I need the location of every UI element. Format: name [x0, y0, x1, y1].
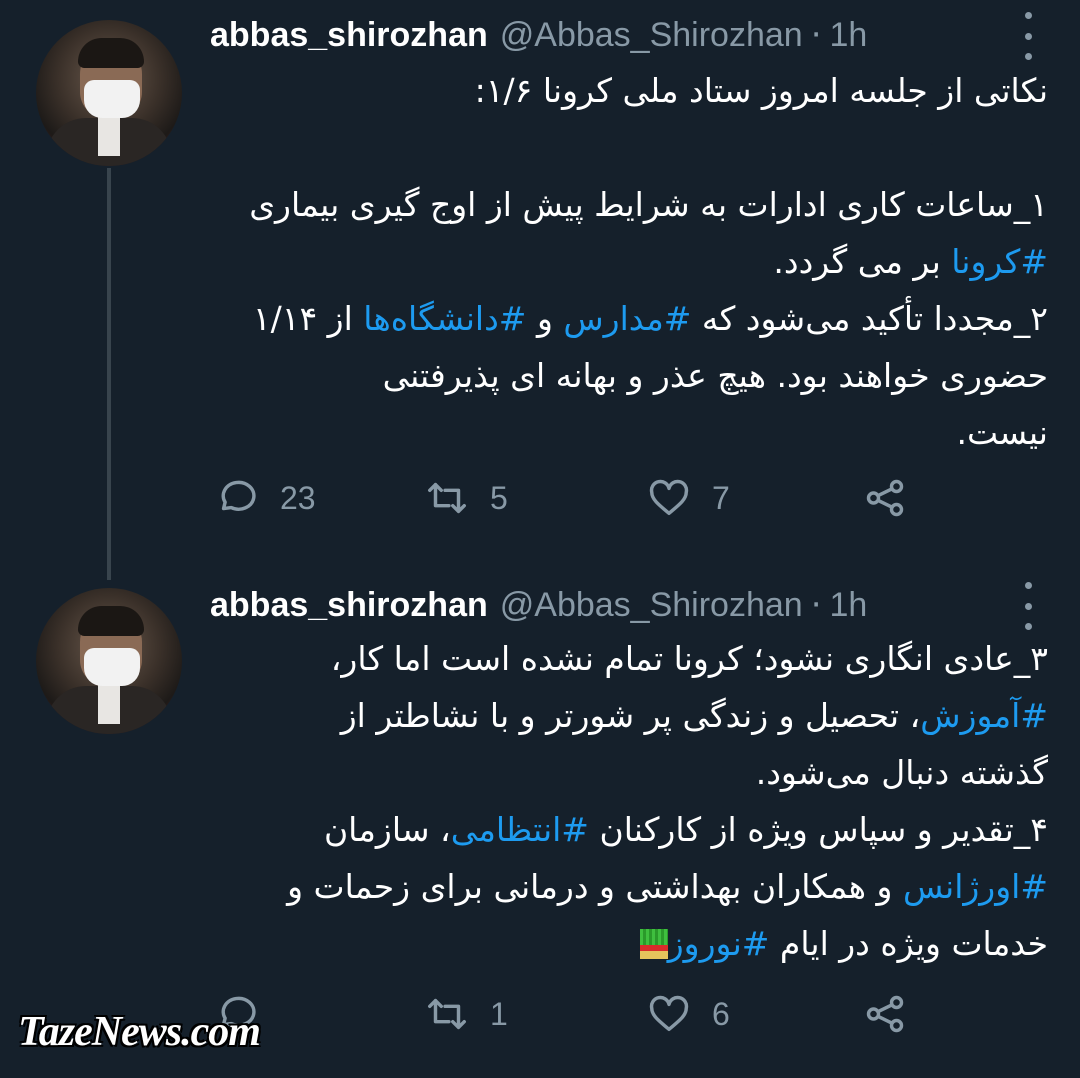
hashtag-link[interactable]: #آموزش [920, 696, 1048, 735]
avatar[interactable] [36, 20, 182, 166]
tweet-line: ۳_عادی انگاری نشود؛ کرونا تمام نشده است … [210, 630, 1048, 687]
tweet-2[interactable]: abbas_shirozhan @Abbas_Shirozhan · 1h ۳_… [0, 570, 1080, 1078]
retweet-icon [428, 482, 466, 514]
tweet-text-segment: ۱_ساعات کاری ادارات به شرایط پیش از اوج … [249, 185, 1048, 224]
tweet-text: ۳_عادی انگاری نشود؛ کرونا تمام نشده است … [210, 630, 1048, 972]
tweet-line [210, 119, 1048, 176]
like-button[interactable]: 6 [646, 984, 730, 1044]
like-icon [649, 479, 689, 516]
retweet-count: 5 [490, 479, 508, 516]
tweet-line: #کرونا بر می گردد. [210, 233, 1048, 290]
author-handle[interactable]: @Abbas_Shirozhan [500, 586, 803, 625]
share-icon [866, 995, 904, 1033]
watermark: TazeNews.com [18, 1009, 261, 1055]
more-vertical-icon[interactable] [1016, 12, 1040, 60]
author-name[interactable]: abbas_shirozhan [210, 16, 488, 55]
tweet-line: خدمات ویژه در ایام #نوروز [210, 915, 1048, 972]
like-icon [649, 995, 689, 1032]
tweet-text-segment: و همکاران بهداشتی و درمانی برای زحمات و [287, 867, 903, 906]
hashtag-link[interactable]: #کرونا [951, 242, 1048, 281]
separator-dot: · [810, 585, 822, 625]
tweet-text: نکاتی از جلسه امروز ستاد ملی کرونا ۱/۶: … [210, 62, 1048, 461]
hashtag-link[interactable]: #اورژانس [903, 867, 1048, 906]
tweet-line: ۲_مجددا تأکید می‌شود که #مدارس و #دانشگا… [210, 290, 1048, 347]
tweet-line: ۱_ساعات کاری ادارات به شرایط پیش از اوج … [210, 176, 1048, 233]
like-count: 7 [712, 479, 730, 516]
like-button[interactable]: 7 [646, 468, 730, 528]
reply-button[interactable]: 23 [214, 468, 316, 528]
tweet-actions: 1 6 [210, 984, 1030, 1044]
share-button[interactable] [862, 468, 908, 528]
tweet-text-segment: ۲_مجددا تأکید می‌شود که [691, 299, 1048, 338]
retweet-button[interactable]: 5 [424, 468, 508, 528]
tweet-actions: 23 5 7 [210, 468, 1030, 528]
author-handle[interactable]: @Abbas_Shirozhan [500, 16, 803, 55]
tweet-text-segment: گذشته دنبال می‌شود. [755, 753, 1048, 792]
timestamp[interactable]: 1h [830, 586, 868, 625]
hashtag-link[interactable]: #مدارس [563, 299, 691, 338]
tweet-line: نیست. [210, 404, 1048, 461]
tweet-text-segment: حضوری خواهند بود. هیچ عذر و بهانه ای پذی… [382, 356, 1048, 395]
tweet-line: نکاتی از جلسه امروز ستاد ملی کرونا ۱/۶: [210, 62, 1048, 119]
more-vertical-icon[interactable] [1016, 582, 1040, 630]
tweet-text-segment: ۴_تقدیر و سپاس ویژه از کارکنان [588, 810, 1048, 849]
reply-icon [221, 480, 256, 511]
tweet-line: #اورژانس و همکاران بهداشتی و درمانی برای… [210, 858, 1048, 915]
tweet-text-segment: و [526, 299, 564, 338]
tweet-text-segment: بر می گردد. [773, 242, 952, 281]
retweet-count: 1 [490, 995, 508, 1032]
timestamp[interactable]: 1h [830, 16, 868, 55]
tweet-1[interactable]: abbas_shirozhan @Abbas_Shirozhan · 1h نک… [0, 0, 1080, 570]
tweet-header: abbas_shirozhan @Abbas_Shirozhan · 1h [210, 0, 867, 70]
tweet-text-segment: ، تحصیل و زندگی پر شورتر و با نشاطتر از [340, 696, 921, 735]
reply-count: 23 [280, 479, 316, 516]
tweet-text-segment: ، سازمان [323, 810, 451, 849]
tweet-line: حضوری خواهند بود. هیچ عذر و بهانه ای پذی… [210, 347, 1048, 404]
hashtag-link[interactable]: #دانشگاه‌ها [363, 299, 526, 338]
retweet-button[interactable]: 1 [424, 984, 508, 1044]
tweet-line: ۴_تقدیر و سپاس ویژه از کارکنان #انتظامی،… [210, 801, 1048, 858]
sabzeh-emoji [639, 929, 668, 959]
author-name[interactable]: abbas_shirozhan [210, 586, 488, 625]
tweet-text-segment: از ۱/۱۴ [252, 299, 364, 338]
tweet-text-segment: ۳_عادی انگاری نشود؛ کرونا تمام نشده است … [330, 639, 1048, 678]
share-icon [866, 479, 904, 517]
hashtag-link[interactable]: #انتظامی [451, 810, 589, 849]
tweet-line: #آموزش، تحصیل و زندگی پر شورتر و با نشاط… [210, 687, 1048, 744]
tweet-text-segment: خدمات ویژه در ایام [769, 924, 1048, 963]
tweet-text-segment: نیست. [956, 413, 1048, 452]
share-button[interactable] [862, 984, 908, 1044]
separator-dot: · [810, 15, 822, 55]
tweet-text-segment: نکاتی از جلسه امروز ستاد ملی کرونا ۱/۶: [474, 71, 1048, 110]
like-count: 6 [712, 995, 730, 1032]
tweet-line: گذشته دنبال می‌شود. [210, 744, 1048, 801]
avatar[interactable] [36, 588, 182, 734]
retweet-icon [428, 998, 466, 1030]
hashtag-link[interactable]: #نوروز [668, 924, 770, 963]
